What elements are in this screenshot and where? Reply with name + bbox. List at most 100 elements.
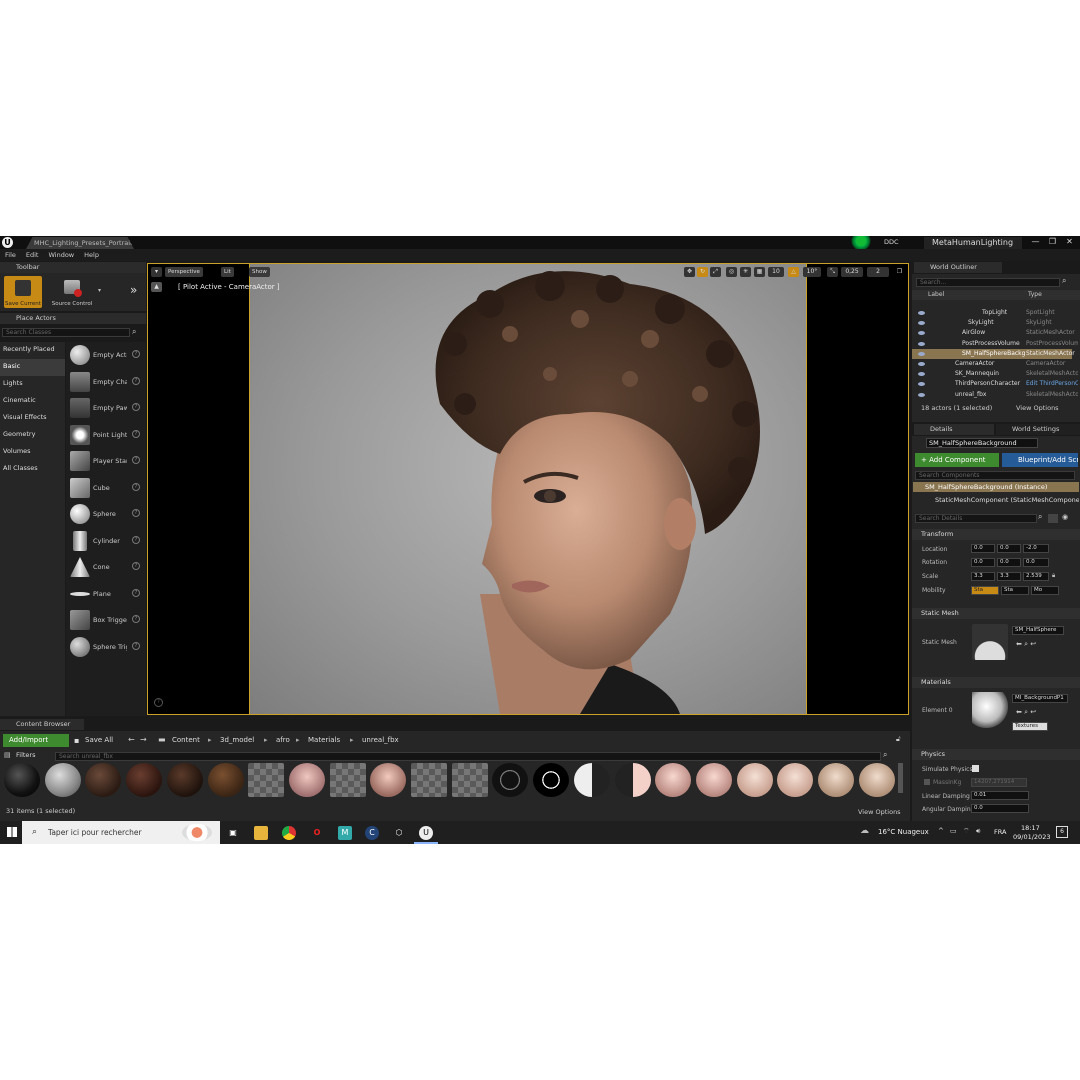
outliner-view-options[interactable]: View Options <box>1016 404 1059 412</box>
label-column-header[interactable]: Label <box>928 291 944 298</box>
menu-edit[interactable]: Edit <box>26 249 39 261</box>
path-materials[interactable]: Materials <box>308 736 340 744</box>
category-lights[interactable]: Lights <box>0 376 65 393</box>
help-icon[interactable]: ? <box>132 535 140 544</box>
rotation-x[interactable]: 0.0 <box>971 558 995 567</box>
search-icon[interactable]: ⌕ <box>132 327 136 337</box>
actor-item[interactable]: Empty Actor? <box>66 342 146 369</box>
use-selected-material-icon[interactable]: ⬅ ⌕ ↩ <box>1016 708 1036 717</box>
details-tab[interactable]: Details <box>914 424 994 435</box>
location-y[interactable]: 0.0 <box>997 544 1021 553</box>
visibility-eye-icon[interactable] <box>918 321 925 326</box>
material-asset-thumbnail[interactable] <box>492 763 529 797</box>
material-asset-thumbnail[interactable] <box>573 763 610 797</box>
search-components-input[interactable]: Search Components <box>915 471 1075 480</box>
scale-y[interactable]: 3.3 <box>997 572 1021 581</box>
mobility-static[interactable]: Sta <box>971 586 999 595</box>
world-settings-tab[interactable]: World Settings <box>996 424 1080 435</box>
visibility-eye-icon[interactable] <box>918 372 925 377</box>
static-mesh-section[interactable]: Static Mesh <box>912 608 1080 619</box>
search-highlight-icon[interactable] <box>182 824 212 841</box>
transform-section[interactable]: Transform <box>912 529 1080 540</box>
search-details-input[interactable]: Search Details <box>915 514 1037 523</box>
help-icon[interactable]: ? <box>132 482 140 491</box>
path-content[interactable]: Content <box>172 736 200 744</box>
add-component-button[interactable]: + Add Component <box>915 453 999 467</box>
outliner-row[interactable]: TopLight SpotLight <box>912 308 1072 318</box>
maximize-button[interactable]: ❐ <box>1044 236 1061 248</box>
level-tab[interactable]: MHC_Lighting_Presets_Portrait <box>26 237 134 249</box>
path-afro[interactable]: afro <box>276 736 290 744</box>
outliner-row[interactable]: SK_Mannequin SkeletalMeshActor <box>912 369 1078 379</box>
add-import-button[interactable]: Add/Import <box>3 734 69 747</box>
clock-date[interactable]: 09/01/2023 <box>1013 833 1050 841</box>
actor-item[interactable]: Box Trigger? <box>66 607 146 634</box>
material-asset-thumbnail[interactable] <box>614 763 651 797</box>
material-asset-thumbnail[interactable] <box>166 763 203 797</box>
content-browser-tab[interactable]: Content Browser <box>0 719 84 730</box>
category-geometry[interactable]: Geometry <box>0 427 65 444</box>
outliner-row[interactable]: SkyLight SkyLight <box>912 318 1072 328</box>
component-row[interactable]: StaticMeshComponent (StaticMeshComponent… <box>935 496 1079 504</box>
outliner-row-selected[interactable]: SM_HalfSphereBackgroundStaticMeshActor <box>912 348 1075 359</box>
actor-item[interactable]: Plane? <box>66 581 146 608</box>
mobility-movable[interactable]: Mo <box>1031 586 1059 595</box>
category-cinematic[interactable]: Cinematic <box>0 393 65 410</box>
help-icon[interactable]: ? <box>132 350 140 358</box>
scale-x[interactable]: 3.3 <box>971 572 995 581</box>
path-unreal-fbx[interactable]: unreal_fbx <box>362 736 399 744</box>
rotation-y[interactable]: 0.0 <box>997 558 1021 567</box>
type-column-header[interactable]: Type <box>1028 291 1042 298</box>
content-search-input[interactable]: Search unreal_fbx <box>55 752 881 761</box>
maya-icon[interactable]: M <box>338 826 352 840</box>
save-all-button[interactable]: Save All <box>85 736 113 744</box>
material-asset-thumbnail[interactable] <box>695 763 732 797</box>
grid-snap-icon[interactable]: ▦ <box>754 267 765 277</box>
static-mesh-thumbnail[interactable] <box>972 624 1008 660</box>
chevron-down-icon[interactable]: ▾ <box>98 287 101 294</box>
outliner-row[interactable]: PostProcessVolume PostProcessVolume <box>912 339 1078 349</box>
history-back-icon[interactable]: ← <box>128 735 135 744</box>
sources-toggle-icon[interactable]: ▤ <box>4 751 11 759</box>
unreal-taskbar-icon[interactable]: U <box>419 826 433 840</box>
help-icon[interactable]: ? <box>132 641 140 650</box>
material-asset-thumbnail[interactable] <box>411 763 447 797</box>
material-asset-thumbnail[interactable] <box>4 763 40 797</box>
material-asset-thumbnail[interactable] <box>329 763 366 797</box>
actor-item[interactable]: Empty Pawn? <box>66 395 146 422</box>
windows-start-icon[interactable] <box>7 827 17 837</box>
scale-snap-value[interactable]: 0,25 <box>841 267 863 277</box>
linear-damping-field[interactable]: 0.01 <box>971 791 1029 800</box>
angular-damping-field[interactable]: 0.0 <box>971 804 1029 813</box>
close-button[interactable]: ✕ <box>1061 236 1078 248</box>
material-asset-thumbnail[interactable] <box>370 763 407 797</box>
actor-item[interactable]: Sphere Trigger? <box>66 634 146 661</box>
material-asset-thumbnail[interactable] <box>207 763 244 797</box>
material-asset-thumbnail[interactable] <box>248 763 285 797</box>
material-thumbnail[interactable] <box>972 692 1008 728</box>
visibility-eye-icon[interactable] <box>918 382 925 387</box>
minimize-button[interactable]: — <box>1027 236 1044 248</box>
help-icon[interactable]: ? <box>132 403 140 411</box>
scale-icon[interactable]: ⤢ <box>710 267 721 277</box>
actor-item[interactable]: Player Start? <box>66 448 146 475</box>
history-forward-icon[interactable]: → <box>140 735 147 744</box>
chrome-icon[interactable] <box>282 826 296 840</box>
clock-time[interactable]: 18:17 <box>1021 824 1040 832</box>
outliner-row[interactable]: ThirdPersonCharacter Edit ThirdPersonChar… <box>912 379 1078 389</box>
level-viewport[interactable]: ▾ Perspective Lit Show ▲ [ Pilot Active … <box>147 263 909 715</box>
actor-item[interactable]: Empty Character? <box>66 369 146 396</box>
outliner-row[interactable]: AirGlow StaticMeshActor <box>912 328 1075 338</box>
asset-scrollbar[interactable] <box>898 763 903 793</box>
viewport-help-icon[interactable]: ? <box>154 698 163 707</box>
help-icon[interactable]: ? <box>132 429 140 438</box>
perspective-button[interactable]: Perspective <box>165 267 203 277</box>
help-icon[interactable]: ? <box>132 588 140 597</box>
material-asset-thumbnail[interactable] <box>533 763 570 797</box>
menu-window[interactable]: Window <box>48 249 74 261</box>
folder-icon[interactable]: ▬ <box>158 735 166 744</box>
edit-blueprint-link[interactable]: Edit ThirdPersonCharacter <box>1026 379 1078 389</box>
translate-icon[interactable]: ✥ <box>684 267 695 277</box>
outliner-row[interactable]: unreal_fbx SkeletalMeshActor <box>912 390 1078 400</box>
physics-section[interactable]: Physics <box>912 749 1080 760</box>
